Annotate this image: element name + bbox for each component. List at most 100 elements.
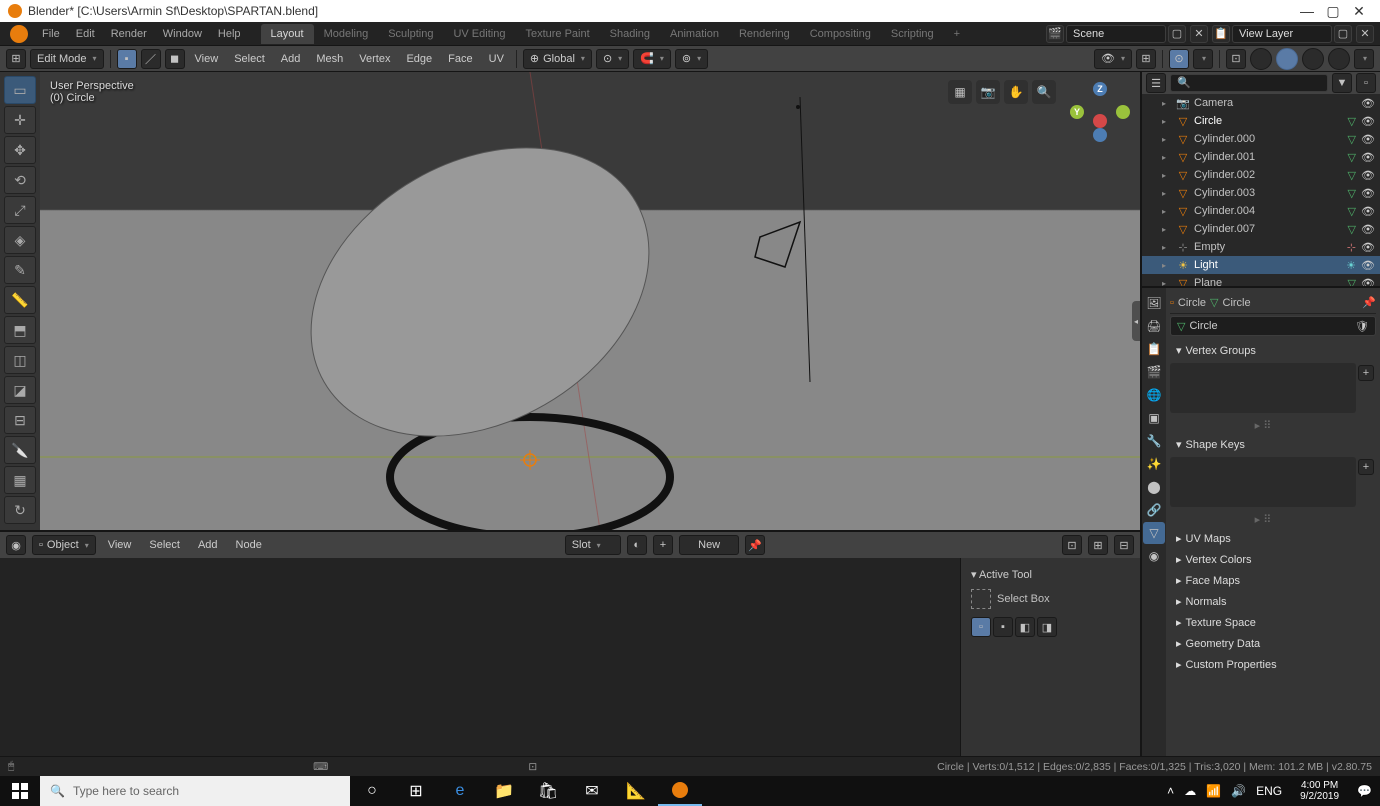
material-preview-icon[interactable]: ◐ [627,535,647,555]
object-name-field[interactable]: ▽Circle 🛡 [1170,316,1376,336]
visibility-toggle-icon[interactable]: 👁 [1360,97,1376,110]
maximize-button[interactable]: ▢ [1320,3,1346,20]
tab-layout[interactable]: Layout [261,24,314,44]
scene-delete-button[interactable]: ✕ [1190,25,1208,43]
tab-animation[interactable]: Animation [660,24,729,44]
gizmo-z-neg-axis[interactable] [1093,128,1107,142]
mode-dropdown[interactable]: Edit Mode [30,49,104,69]
tool-transform[interactable]: ◈ [4,226,36,254]
explorer-icon[interactable]: 📁 [482,776,526,806]
gizmo-y-axis[interactable]: Y [1070,105,1084,119]
prop-tab-object[interactable]: ▣ [1143,407,1165,429]
material-add-button[interactable]: + [653,535,673,555]
menu-help[interactable]: Help [210,25,249,43]
tray-language[interactable]: ENG [1256,784,1282,798]
prop-tab-modifier[interactable]: 🔧 [1143,430,1165,452]
outliner-new-collection-icon[interactable]: ▫ [1356,73,1376,93]
shading-lookdev-icon[interactable] [1302,48,1324,70]
menu-edit[interactable]: Edit [68,25,103,43]
visibility-toggle-icon[interactable]: 👁 [1360,115,1376,128]
visibility-toggle-icon[interactable]: 👁 [1360,223,1376,236]
tool-bevel[interactable]: ◪ [4,376,36,404]
select-set-icon[interactable]: ▫ [971,617,991,637]
vertex-groups-list[interactable]: + [1170,363,1356,413]
viewport-canvas[interactable]: User Perspective (0) Circle [40,72,1140,530]
tab-rendering[interactable]: Rendering [729,24,800,44]
shader-node[interactable]: Node [230,536,268,554]
visibility-toggle-icon[interactable]: 👁 [1360,151,1376,164]
overlay-toggle-icon[interactable]: ⊙ [1169,49,1189,69]
panel-shape-keys[interactable]: ▾ Shape Keys [1170,434,1356,455]
tool-rotate[interactable]: ⟲ [4,166,36,194]
shading-rendered-icon[interactable] [1328,48,1350,70]
outliner-row[interactable]: ▸▽Plane▽👁 [1142,274,1380,286]
vg-expander[interactable]: ▸ ⠿ [1170,417,1356,434]
hdr-add[interactable]: Add [275,50,307,68]
shading-wireframe-icon[interactable] [1250,48,1272,70]
shader-view[interactable]: View [102,536,138,554]
outliner-search-input[interactable] [1170,74,1328,92]
viewlayer-new-button[interactable]: ▢ [1334,25,1352,43]
proportional-dropdown[interactable]: ⊚ [675,49,708,69]
edge-select-icon[interactable]: ／ [141,49,161,69]
zoom-icon[interactable]: 🔍 [1032,80,1056,104]
material-new-button[interactable]: New [679,535,739,555]
overlay-dropdown[interactable] [1193,49,1213,69]
breadcrumb-obj[interactable]: Circle [1178,297,1206,309]
prop-tab-particle[interactable]: ✨ [1143,453,1165,475]
shader-mode-dropdown[interactable]: ▫ Object [32,535,96,555]
viewport-3d[interactable]: ▭ ✛ ✥ ⟲ ⤢ ◈ ✎ 📏 ⬒ ◫ ◪ ⊟ 🔪 ▦ ↻ User Persp… [0,72,1140,530]
tab-modeling[interactable]: Modeling [314,24,379,44]
snap-dropdown[interactable]: 🧲 [633,49,671,69]
prop-tab-scene[interactable]: 🎬 [1143,361,1165,383]
minimize-button[interactable]: — [1294,3,1320,19]
visibility-toggle-icon[interactable]: 👁 [1360,133,1376,146]
vg-add-button[interactable]: + [1358,365,1374,381]
prop-tab-world[interactable]: 🌐 [1143,384,1165,406]
scene-name-input[interactable] [1066,25,1166,43]
tool-polybuild[interactable]: ▦ [4,466,36,494]
tool-inset[interactable]: ◫ [4,346,36,374]
tray-onedrive-icon[interactable]: ☁ [1184,784,1196,798]
prop-tab-output[interactable]: 🖨 [1143,315,1165,337]
sk-add-button[interactable]: + [1358,459,1374,475]
blender-taskbar-icon[interactable] [658,776,702,806]
visibility-toggle-icon[interactable]: 👁 [1360,205,1376,218]
outliner-row[interactable]: ▸☀Light☀👁 [1142,256,1380,274]
outliner-type-icon[interactable]: ☰ [1146,73,1166,93]
hdr-face[interactable]: Face [442,50,478,68]
material-slot-dropdown[interactable]: Slot [565,535,621,555]
outliner-row[interactable]: ▸▽Cylinder.002▽👁 [1142,166,1380,184]
edge-icon[interactable]: e [438,776,482,806]
panel-normals[interactable]: ▸ Normals [1170,591,1356,612]
prop-tab-data[interactable]: ▽ [1143,522,1165,544]
panel-vertex-groups[interactable]: ▾ Vertex Groups [1170,340,1356,361]
select-intersect-icon[interactable]: ◨ [1037,617,1057,637]
gizmo-toggle-icon[interactable]: ⊞ [1136,49,1156,69]
outliner-list[interactable]: ▸📷Camera👁▸▽Circle▽👁▸▽Cylinder.000▽👁▸▽Cyl… [1142,94,1380,286]
hdr-vertex[interactable]: Vertex [353,50,396,68]
gizmo-z-axis[interactable]: Z [1093,82,1107,96]
panel-face-maps[interactable]: ▸ Face Maps [1170,570,1356,591]
visibility-toggle-icon[interactable]: 👁 [1360,187,1376,200]
prop-tab-constraint[interactable]: 🔗 [1143,499,1165,521]
tool-knife[interactable]: 🔪 [4,436,36,464]
outliner-row[interactable]: ▸📷Camera👁 [1142,94,1380,112]
backdrop-icon[interactable]: ⊡ [1062,535,1082,555]
sk-expander[interactable]: ▸ ⠿ [1170,511,1356,528]
hdr-select[interactable]: Select [228,50,271,68]
shader-add[interactable]: Add [192,536,224,554]
visibility-toggle-icon[interactable]: 👁 [1360,241,1376,254]
viewlayer-name-input[interactable] [1232,25,1332,43]
tray-volume-icon[interactable]: 🔊 [1231,784,1246,798]
taskbar-clock[interactable]: 4:00 PM 9/2/2019 [1292,780,1347,802]
hdr-uv[interactable]: UV [483,50,510,68]
outliner-row[interactable]: ▸⊹Empty⊹👁 [1142,238,1380,256]
vertex-select-icon[interactable]: ▪ [117,49,137,69]
panel-geometry-data[interactable]: ▸ Geometry Data [1170,633,1356,654]
viewlayer-delete-button[interactable]: ✕ [1356,25,1374,43]
tool-spin[interactable]: ↻ [4,496,36,524]
prop-tab-render[interactable]: 🖼 [1143,292,1165,314]
shape-keys-list[interactable]: + [1170,457,1356,507]
orientation-dropdown[interactable]: ⊕ Global [523,49,592,69]
